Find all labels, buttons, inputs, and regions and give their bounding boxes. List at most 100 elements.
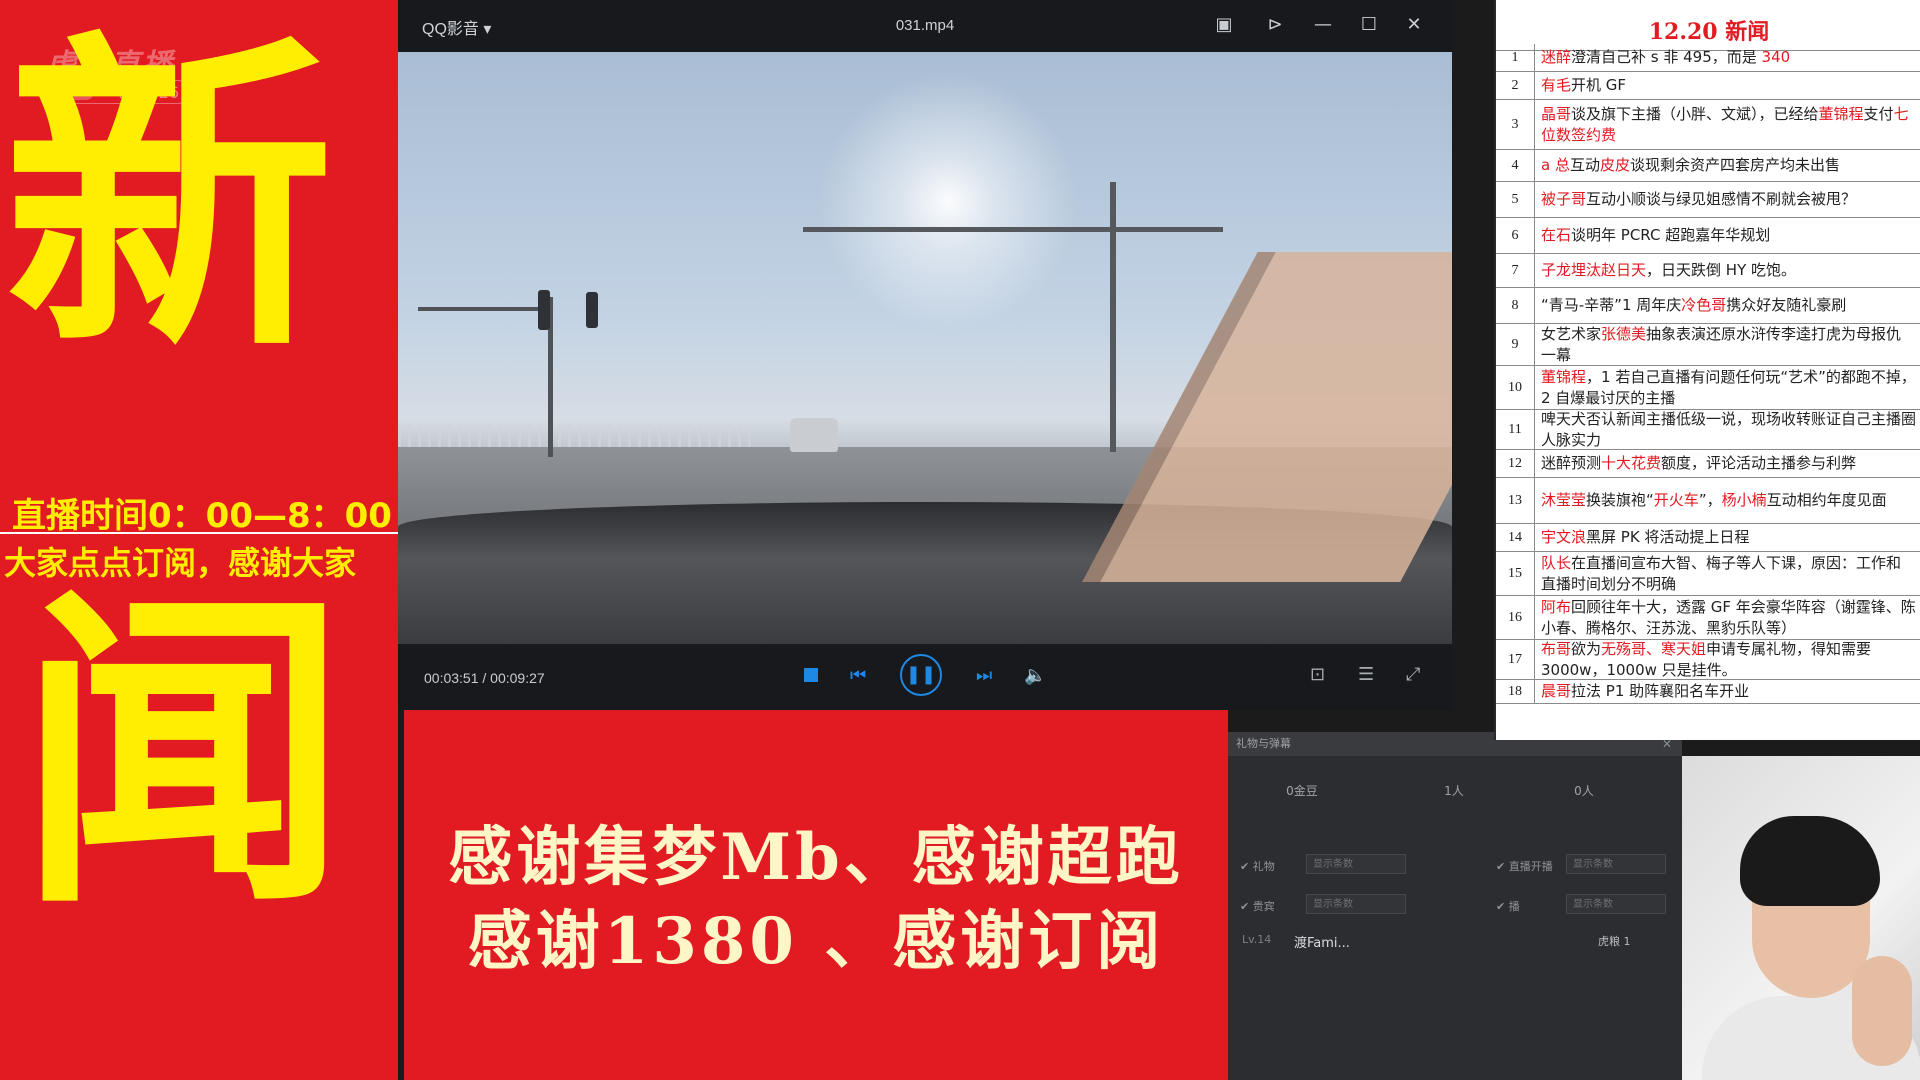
news-row-text: 有毛开机 GF [1535,75,1632,96]
news-text-span: 谈及旗下主播（小胖、文斌），已经给 [1571,104,1819,123]
banner-char-wen: 闻 [18,559,348,947]
close-icon[interactable]: ✕ [1403,14,1425,36]
news-highlight: 杨小楠 [1721,491,1767,509]
news-row: 5 被子哥互动小顺谈与绿见姐感情不刷就会被甩？ [1496,182,1920,218]
news-highlight: 宇文浪 [1541,528,1587,546]
news-text-span: 拉法 P1 助阵襄阳名车开业 [1571,682,1750,700]
webcam-hand [1852,956,1912,1066]
news-text-span: 谈现剩余资产四套房产均未出售 [1630,156,1841,174]
pip-icon[interactable]: ▣ [1213,14,1235,36]
news-highlight: 晨哥 [1541,682,1572,700]
gift-option-select[interactable]: 显示条数 [1566,854,1666,874]
news-row-number: 16 [1496,596,1535,639]
player-controls: 00:03:51 / 00:09:27 ⏮ ❚❚ ⏭ 🔈 ⊡ ☰ ⤢ [398,644,1452,710]
news-row-number: 14 [1496,524,1535,551]
news-row: 8 “青马-辛蒂”1 周年庆冷色哥携众好友随礼豪刷 [1496,288,1920,324]
news-row-text: 迷醉预测十大花费额度，评论活动主播参与利弊 [1535,453,1862,474]
news-highlight: 340 [1761,48,1791,66]
news-highlight: 被子哥 [1541,190,1587,208]
news-highlight: 开火车 [1653,491,1699,509]
maximize-icon[interactable]: ☐ [1358,14,1380,36]
news-text-span: ”， [1698,491,1722,509]
news-row: 7 子龙埋汰赵日天，日天跌倒 HY 吃饱。 [1496,254,1920,288]
gift-user-tag: 虎粮 1 [1598,935,1631,948]
gift-option-select[interactable]: 显示条数 [1566,894,1666,914]
news-text-span: 开机 GF [1571,76,1627,94]
news-text-span: 迷醉预测 [1541,454,1602,472]
news-row-text: 宇文浪黑屏 PK 将活动提上日程 [1535,527,1755,548]
webcam-feed [1682,756,1920,1080]
gift-stat-subs: 0人 [1574,784,1594,798]
pin-icon[interactable]: ⊳ [1264,14,1286,36]
news-row: 3 晶哥谈及旗下主播（小胖、文斌），已经给董锦程支付七位数签约费 [1496,100,1920,150]
news-highlight: 队长 [1541,553,1572,572]
news-row: 4a 总互动皮皮谈现剩余资产四套房产均未出售 [1496,150,1920,182]
news-row: 13 沐莹莹换装旗袍“开火车”，杨小楠互动相约年度见面 [1496,478,1920,524]
gift-option-checkbox[interactable]: ✔ 播 [1496,898,1520,914]
news-highlight: 十大花费 [1601,454,1662,472]
news-text-span: “青马-辛蒂”1 周年庆 [1541,296,1682,314]
news-highlight: 晶哥 [1541,104,1572,123]
news-row-number: 13 [1496,478,1535,523]
news-row-text: 迷醉澄清自己补 s 非 495，而是 340 [1535,47,1796,68]
video-signal-pole [1110,182,1116,452]
news-highlight: a 总 [1541,156,1570,174]
pause-button[interactable]: ❚❚ [900,654,942,696]
news-row-text: 阿布回顾往年十大，透露 GF 年会豪华阵容（谢霆锋、陈小春、腾格尔、汪苏泷、黑豹… [1535,597,1920,639]
gift-user-name: 渡Fami... [1294,936,1350,951]
news-row-text: 董锦程，1 若自己直播有问题任何玩“艺术”的都跑不掉，2 自爆最讨厌的主播 [1535,367,1920,409]
news-row-number: 11 [1496,410,1535,449]
news-highlight: 有毛 [1541,76,1572,94]
video-traffic-light [538,290,550,330]
player-titlebar[interactable]: QQ影音 ▾ 031.mp4 ▣ ⊳ — ☐ ✕ [398,0,1452,52]
gift-option-select[interactable]: 显示条数 [1306,854,1406,874]
settings-icon[interactable]: ☰ [1358,664,1374,685]
gift-option-checkbox[interactable]: ✔ 贵宾 [1240,898,1275,914]
video-car-ahead [790,418,838,452]
fullscreen-icon[interactable]: ⤢ [1406,664,1420,685]
news-text-span: 互动相约年度见面 [1766,491,1887,509]
volume-icon[interactable]: 🔈 [1024,666,1046,686]
thanks-line-1: 感谢集梦Mb、感谢超跑 [448,820,1184,895]
thanks-line-2: 感谢1380 、感谢订阅 [467,904,1165,979]
gift-option-checkbox[interactable]: ✔ 礼物 [1240,858,1275,874]
news-row-number: 3 [1496,100,1535,149]
stop-button[interactable] [804,668,818,682]
news-row-number: 6 [1496,218,1535,253]
gift-option-checkbox[interactable]: ✔ 直播开播 [1496,858,1553,874]
news-text-span: 女艺术家 [1541,324,1602,343]
news-row: 1 迷醉澄清自己补 s 非 495，而是 340 [1496,44,1920,72]
news-row-number: 18 [1496,680,1535,703]
gift-stat-viewers: 1人 [1444,784,1464,798]
news-text-span: 回顾往年十大，透露 GF 年会豪华阵容（谢霆锋、陈小春、腾格尔、汪苏泷、黑豹乐队… [1541,597,1916,637]
next-button[interactable]: ⏭ [976,666,992,686]
gift-option-select[interactable]: 显示条数 [1306,894,1406,914]
news-row-number: 12 [1496,450,1535,477]
news-highlight: 冷色哥 [1681,296,1727,314]
news-text-span: 互动 [1569,156,1600,174]
news-text-span: 啤天犬否认新闻主播低级一说，现场收转账证自己主播圈人脉实力 [1541,409,1917,449]
video-frame[interactable] [398,52,1452,644]
gift-panel: 礼物与弹幕 ✕ 0金豆 1人 0人 ✔ 礼物 显示条数 ✔ 直播开播 显示条数 … [1228,732,1682,1080]
gift-panel-title: 礼物与弹幕 [1236,737,1291,750]
news-text-span: 换装旗袍“ [1586,491,1654,509]
previous-button[interactable]: ⏮ [850,666,866,686]
news-text-span: 额度，评论活动主播参与利弊 [1661,454,1857,472]
webcam-hair [1740,816,1880,906]
news-row: 2 有毛开机 GF [1496,72,1920,100]
news-row-number: 4 [1496,150,1535,181]
minimize-icon[interactable]: — [1312,14,1334,36]
news-text-span: 携众好友随礼豪刷 [1726,296,1847,314]
screenshot-icon[interactable]: ⊡ [1310,664,1325,685]
news-row-text: 被子哥互动小顺谈与绿见姐感情不刷就会被甩？ [1535,189,1862,210]
news-row-text: “青马-辛蒂”1 周年庆冷色哥携众好友随礼豪刷 [1535,295,1852,316]
video-sun-glare [818,72,1078,332]
news-row-number: 15 [1496,552,1535,595]
news-highlight: 在石 [1541,226,1572,244]
left-banner: 虎牙直播 虎牙号 111326 新 直播时间0：00—8：00 大家点点订阅，感… [0,0,398,1080]
gift-user-level: Lv.14 [1242,933,1272,946]
news-text-span: 互动小顺谈与绿见姐感情不刷就会被甩？ [1586,190,1857,208]
news-row-text: 晨哥拉法 P1 助阵襄阳名车开业 [1535,681,1755,702]
news-row: 14 宇文浪黑屏 PK 将活动提上日程 [1496,524,1920,552]
thanks-panel: 感谢集梦Mb、感谢超跑 感谢1380 、感谢订阅 [404,710,1228,1080]
